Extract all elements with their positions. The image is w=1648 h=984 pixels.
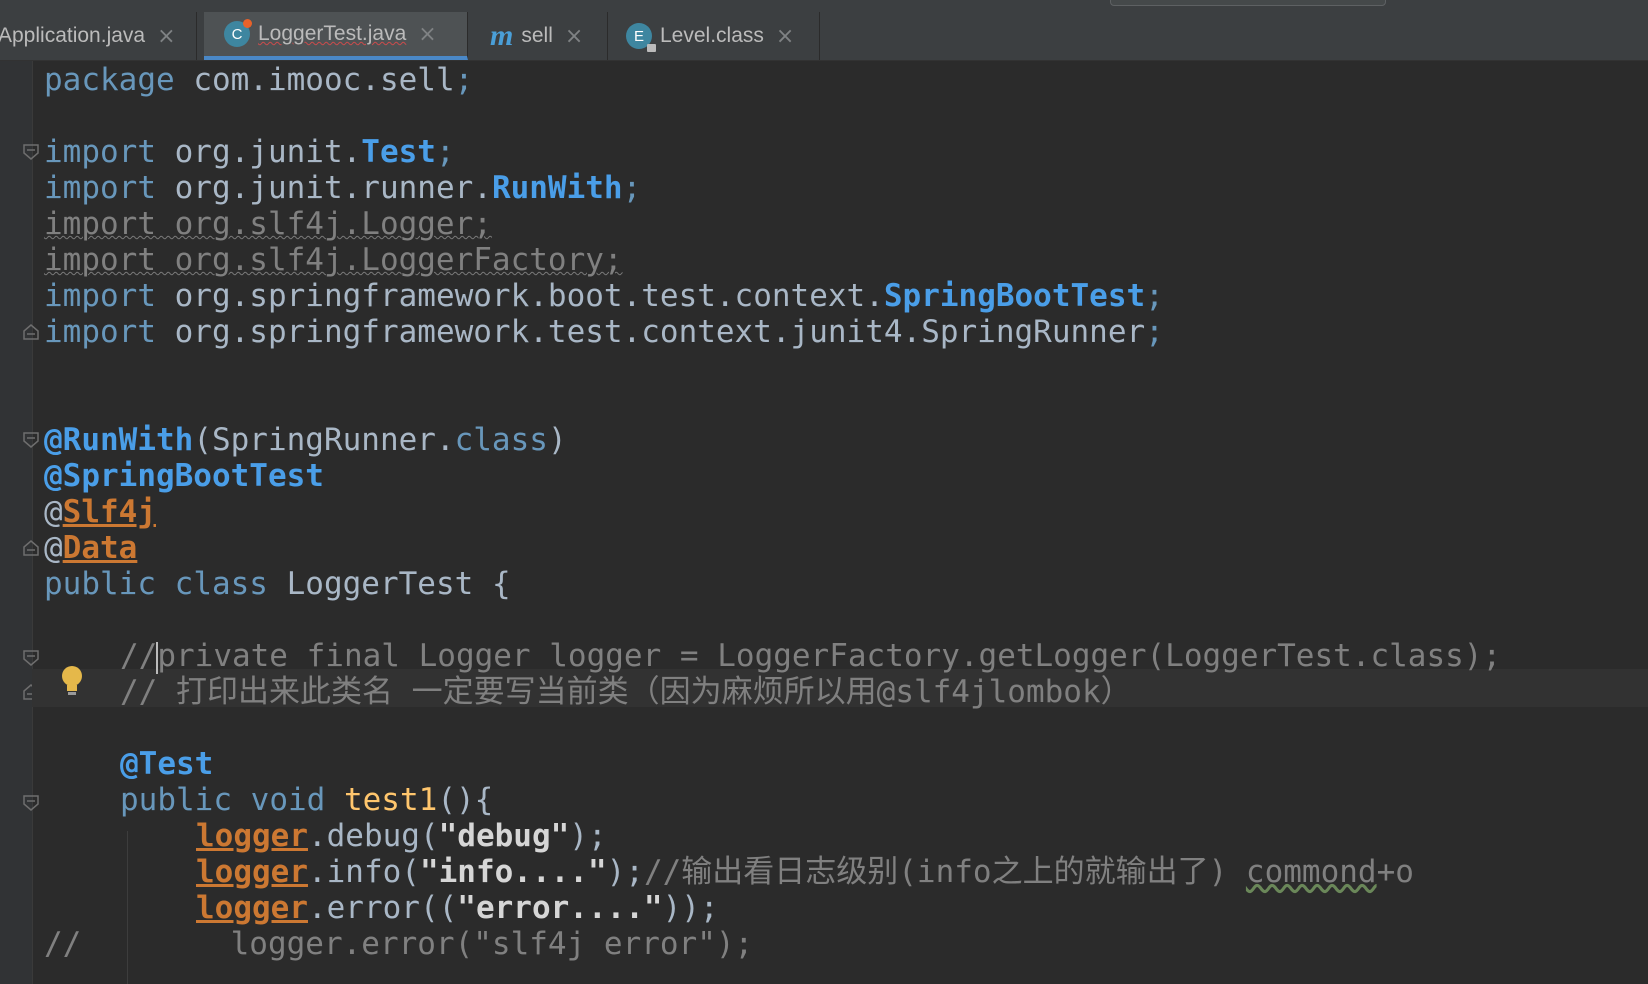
enum-class-icon: E	[626, 23, 656, 52]
java-class-icon: C	[224, 19, 252, 47]
fold-open-icon[interactable]	[22, 794, 40, 812]
fold-close-icon[interactable]	[22, 323, 40, 341]
code-line-1: package com.imooc.sell;	[44, 62, 474, 98]
fold-open-icon[interactable]	[22, 649, 40, 667]
tab-loggertest-java[interactable]: C LoggerTest.java ×	[204, 12, 468, 60]
code-line-12: @SpringBootTest	[44, 458, 324, 494]
code-line-13: @Slf4j	[44, 494, 156, 530]
code-line-11: @RunWith(SpringRunner.class)	[44, 422, 567, 458]
fold-open-icon[interactable]	[22, 431, 40, 449]
maven-module-icon: m	[490, 19, 514, 52]
code-line-14: @Data	[44, 530, 138, 566]
code-line-23: logger.info("info....");//输出看日志级别(info之上…	[196, 854, 1414, 890]
code-line-21: public void test1(){	[120, 782, 494, 818]
code-line-15: public class LoggerTest {	[44, 566, 511, 602]
code-line-4: import org.junit.runner.RunWith;	[44, 170, 642, 206]
code-line-25: // logger.error("slf4j error");	[44, 926, 754, 962]
tab-application-java[interactable]: Application.java ×	[0, 12, 197, 60]
editor-tab-bar: Application.java × C LoggerTest.java × m…	[0, 12, 1648, 61]
code-editor[interactable]: package com.imooc.sell; import org.junit…	[44, 61, 1648, 984]
tab-label: LoggerTest.java	[258, 22, 407, 45]
tab-sell[interactable]: m sell ×	[470, 12, 608, 60]
title-strip	[0, 0, 1648, 12]
close-icon[interactable]: ×	[565, 24, 583, 49]
search-field[interactable]	[1110, 0, 1386, 6]
code-line-8: import org.springframework.test.context.…	[44, 314, 1164, 350]
editor-gutter[interactable]	[0, 61, 39, 984]
tab-label: sell	[521, 24, 553, 47]
code-line-17: //private final Logger logger = LoggerFa…	[120, 638, 1502, 674]
code-line-24: logger.error(("error...."));	[196, 890, 719, 926]
code-line-7: import org.springframework.boot.test.con…	[44, 278, 1164, 314]
tab-label: Application.java	[0, 24, 146, 47]
tab-level-class[interactable]: E Level.class ×	[608, 12, 820, 60]
fold-open-icon[interactable]	[22, 143, 40, 161]
code-line-18: // 打印出来此类名 一定要写当前类（因为麻烦所以用@slf4jlombok）	[120, 674, 1132, 710]
code-line-6: import org.slf4j.LoggerFactory;	[44, 242, 623, 278]
code-line-22: logger.debug("debug");	[196, 818, 607, 854]
close-icon[interactable]: ×	[418, 22, 436, 47]
code-line-3: import org.junit.Test;	[44, 134, 455, 170]
tab-label: Level.class	[660, 24, 764, 47]
code-line-20: @Test	[120, 746, 214, 782]
close-icon[interactable]: ×	[776, 24, 794, 49]
close-icon[interactable]: ×	[157, 24, 175, 49]
fold-close-icon[interactable]	[22, 539, 40, 557]
code-line-5: import org.slf4j.Logger;	[44, 206, 492, 242]
